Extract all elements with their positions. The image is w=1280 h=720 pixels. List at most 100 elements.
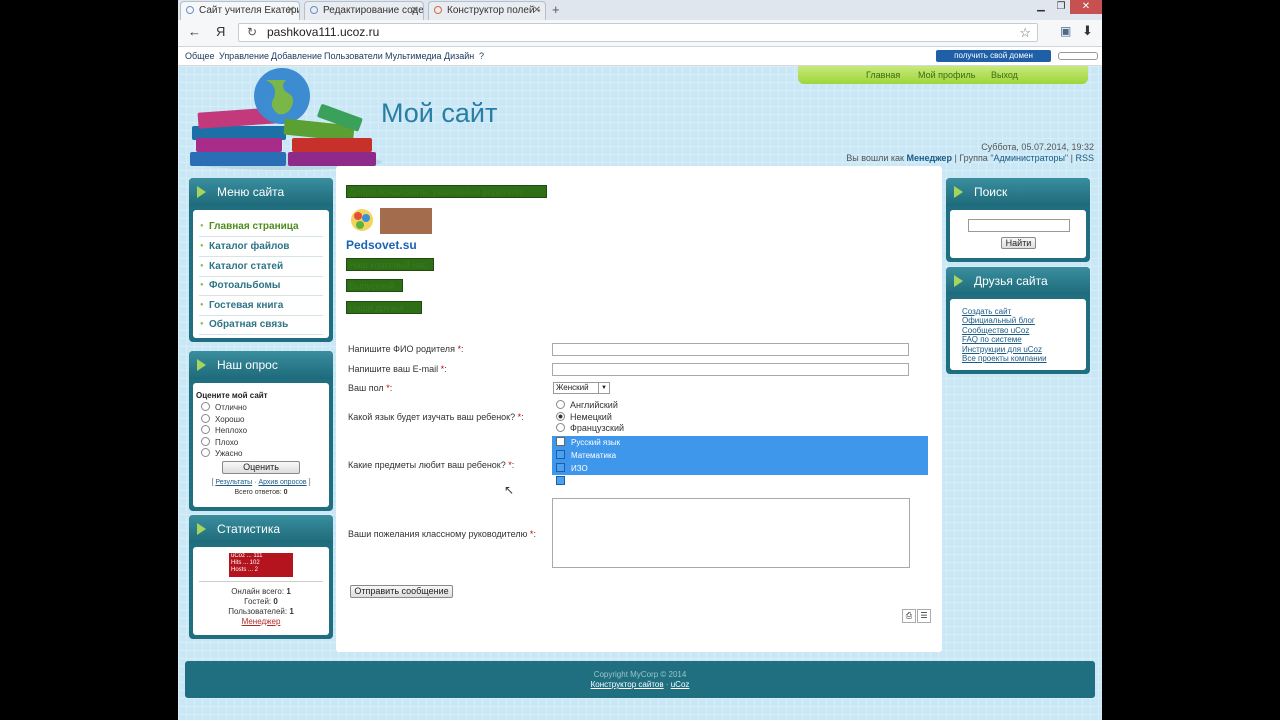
- friend-link[interactable]: Официальный блог: [962, 316, 1086, 325]
- pedsovet-logo[interactable]: Pedsovet.su: [346, 206, 434, 251]
- search-title: Поиск: [974, 185, 1008, 199]
- new-tab-button[interactable]: +: [552, 2, 560, 17]
- archive-link[interactable]: Архив опросов: [258, 479, 306, 486]
- arrow-icon: [954, 186, 963, 198]
- ubar-design[interactable]: Дизайн: [444, 47, 474, 65]
- star-icon[interactable]: ☆: [1019, 24, 1031, 41]
- print-icon[interactable]: ⎙: [902, 609, 916, 623]
- total-label: Всего ответов:: [234, 489, 282, 496]
- poll-option[interactable]: Ужасно: [201, 448, 242, 459]
- wishes-textarea[interactable]: [552, 498, 910, 568]
- close-icon[interactable]: ✕: [287, 2, 295, 20]
- online-value: 1: [286, 587, 291, 596]
- poll-option[interactable]: Хорошо: [201, 414, 244, 425]
- subject-option[interactable]: Математика: [556, 449, 616, 462]
- poll-option[interactable]: Плохо: [201, 437, 238, 448]
- download-icon[interactable]: ⬇: [1082, 23, 1093, 39]
- results-link[interactable]: Результаты: [215, 479, 252, 486]
- menu-item-articles[interactable]: Каталог статей: [199, 257, 323, 277]
- users-label: Пользователей:: [228, 607, 288, 616]
- rss-icon[interactable]: ☰: [917, 609, 931, 623]
- counter-line: Hosts ... 2: [231, 567, 259, 573]
- subjects-label-text: Какие предметы любит ваш ребенок?: [348, 460, 506, 470]
- manager-link[interactable]: Менеджер: [242, 617, 281, 626]
- friend-link[interactable]: Инструкции для uCoz: [962, 345, 1086, 354]
- guests-line: Гостей: 0: [193, 597, 329, 607]
- tab-constructor[interactable]: Конструктор полей - ✕: [428, 1, 546, 20]
- minimize-button[interactable]: ▁: [1030, 0, 1052, 14]
- content-bar[interactable]: Выпускной: [346, 279, 403, 292]
- poll-option[interactable]: Неплохо: [201, 425, 247, 436]
- fio-label: Напишите ФИО родителя *:: [348, 344, 463, 354]
- topnav-logout[interactable]: Выход: [991, 66, 1018, 84]
- ucoz-link[interactable]: uCoz: [671, 680, 690, 689]
- sex-label-text: Ваш пол: [348, 383, 384, 393]
- tab-site[interactable]: Сайт учителя Екатери ✕: [180, 1, 300, 20]
- menu-block: Меню сайта Главная страница Каталог файл…: [189, 178, 333, 342]
- close-icon[interactable]: ✕: [533, 2, 541, 20]
- yandex-button[interactable]: Я: [216, 24, 225, 39]
- checkbox-icon[interactable]: [556, 463, 565, 472]
- arrow-icon: [954, 275, 963, 287]
- menu-item-files[interactable]: Каталог файлов: [199, 237, 323, 257]
- content-bar[interactable]: Наши друзья: [346, 301, 422, 314]
- menu-item-photos[interactable]: Фотоальбомы: [199, 276, 323, 296]
- poll-option[interactable]: Отлично: [201, 402, 247, 413]
- ubar-control[interactable]: Управление: [219, 47, 269, 65]
- submit-button[interactable]: Отправить сообщение: [350, 585, 453, 598]
- ubar-add[interactable]: Добавление: [271, 47, 322, 65]
- group-suffix: " |: [1064, 153, 1073, 163]
- maximize-button[interactable]: ❐: [1050, 0, 1072, 14]
- search-button[interactable]: Найти: [1001, 237, 1036, 249]
- search-block-header: Поиск: [946, 178, 1090, 206]
- friend-link[interactable]: Все проекты компании: [962, 354, 1086, 363]
- close-window-button[interactable]: ✕: [1070, 0, 1102, 14]
- vote-button[interactable]: Оценить: [222, 461, 300, 474]
- lang-option[interactable]: Французский: [556, 423, 624, 434]
- subjects-multiselect[interactable]: Русский язык Математика ИЗО Физ. культур…: [552, 436, 928, 486]
- rss-link[interactable]: RSS: [1075, 153, 1094, 163]
- email-label-text: Напишите ваш E-mail: [348, 364, 439, 374]
- menu-item-feedback[interactable]: Обратная связь: [199, 315, 323, 335]
- search-input[interactable]: [968, 219, 1070, 232]
- get-domain-button[interactable]: получить свой домен: [936, 50, 1051, 62]
- ubar-help[interactable]: ?: [479, 47, 484, 65]
- friend-link[interactable]: Сообщество uCoz: [962, 326, 1086, 335]
- menu-block-header: Меню сайта: [189, 178, 333, 206]
- group-link[interactable]: Администраторы: [994, 153, 1065, 163]
- sex-select[interactable]: Женский ▼: [553, 382, 610, 394]
- friend-link[interactable]: FAQ по системе: [962, 335, 1086, 344]
- tab-edit[interactable]: Редактирование соде ✕: [304, 1, 424, 20]
- email-input[interactable]: [552, 363, 909, 376]
- checkbox-icon[interactable]: [556, 476, 565, 485]
- ucoz-favicon-icon: [186, 6, 194, 14]
- ubar-slider[interactable]: [1058, 52, 1098, 60]
- content-bar[interactable]: Наш классный час: [346, 258, 434, 271]
- friend-link[interactable]: Создать сайт: [962, 307, 1086, 316]
- topnav-home[interactable]: Главная: [866, 66, 900, 84]
- url-field[interactable]: ↻ pashkova111.ucoz.ru ☆: [238, 23, 1038, 42]
- ucoz-counter[interactable]: uCoz ... 111 Hits ... 102 Hosts ... 2: [229, 553, 293, 577]
- reload-icon[interactable]: ↻: [247, 24, 257, 41]
- content-bar[interactable]: Добро пожаловать, уважаемые родители!: [346, 185, 547, 198]
- subject-option[interactable]: ИЗО: [556, 462, 588, 475]
- menu-item-home[interactable]: Главная страница: [199, 217, 323, 237]
- topnav-profile[interactable]: Мой профиль: [918, 66, 975, 84]
- checkbox-icon[interactable]: [556, 437, 565, 446]
- fio-input[interactable]: [552, 343, 909, 356]
- ubar-media[interactable]: Мультимедиа: [385, 47, 442, 65]
- ubar-general[interactable]: Общее: [185, 47, 214, 65]
- image-icon[interactable]: ▣: [1060, 24, 1071, 38]
- subject-option[interactable]: Физ. культура: [556, 475, 622, 488]
- close-icon[interactable]: ✕: [411, 2, 419, 20]
- lang-option[interactable]: Английский: [556, 400, 618, 411]
- lang-option[interactable]: Немецкий: [556, 412, 612, 423]
- subject-option[interactable]: Русский язык: [556, 436, 620, 449]
- ubar-users[interactable]: Пользователи: [324, 47, 383, 65]
- user-link[interactable]: Менеджер: [907, 153, 952, 163]
- back-icon[interactable]: ←: [188, 24, 201, 39]
- constructor-link[interactable]: Конструктор сайтов: [591, 680, 664, 689]
- tab-label: Конструктор полей -: [447, 5, 541, 16]
- checkbox-icon[interactable]: [556, 450, 565, 459]
- menu-item-guestbook[interactable]: Гостевая книга: [199, 296, 323, 316]
